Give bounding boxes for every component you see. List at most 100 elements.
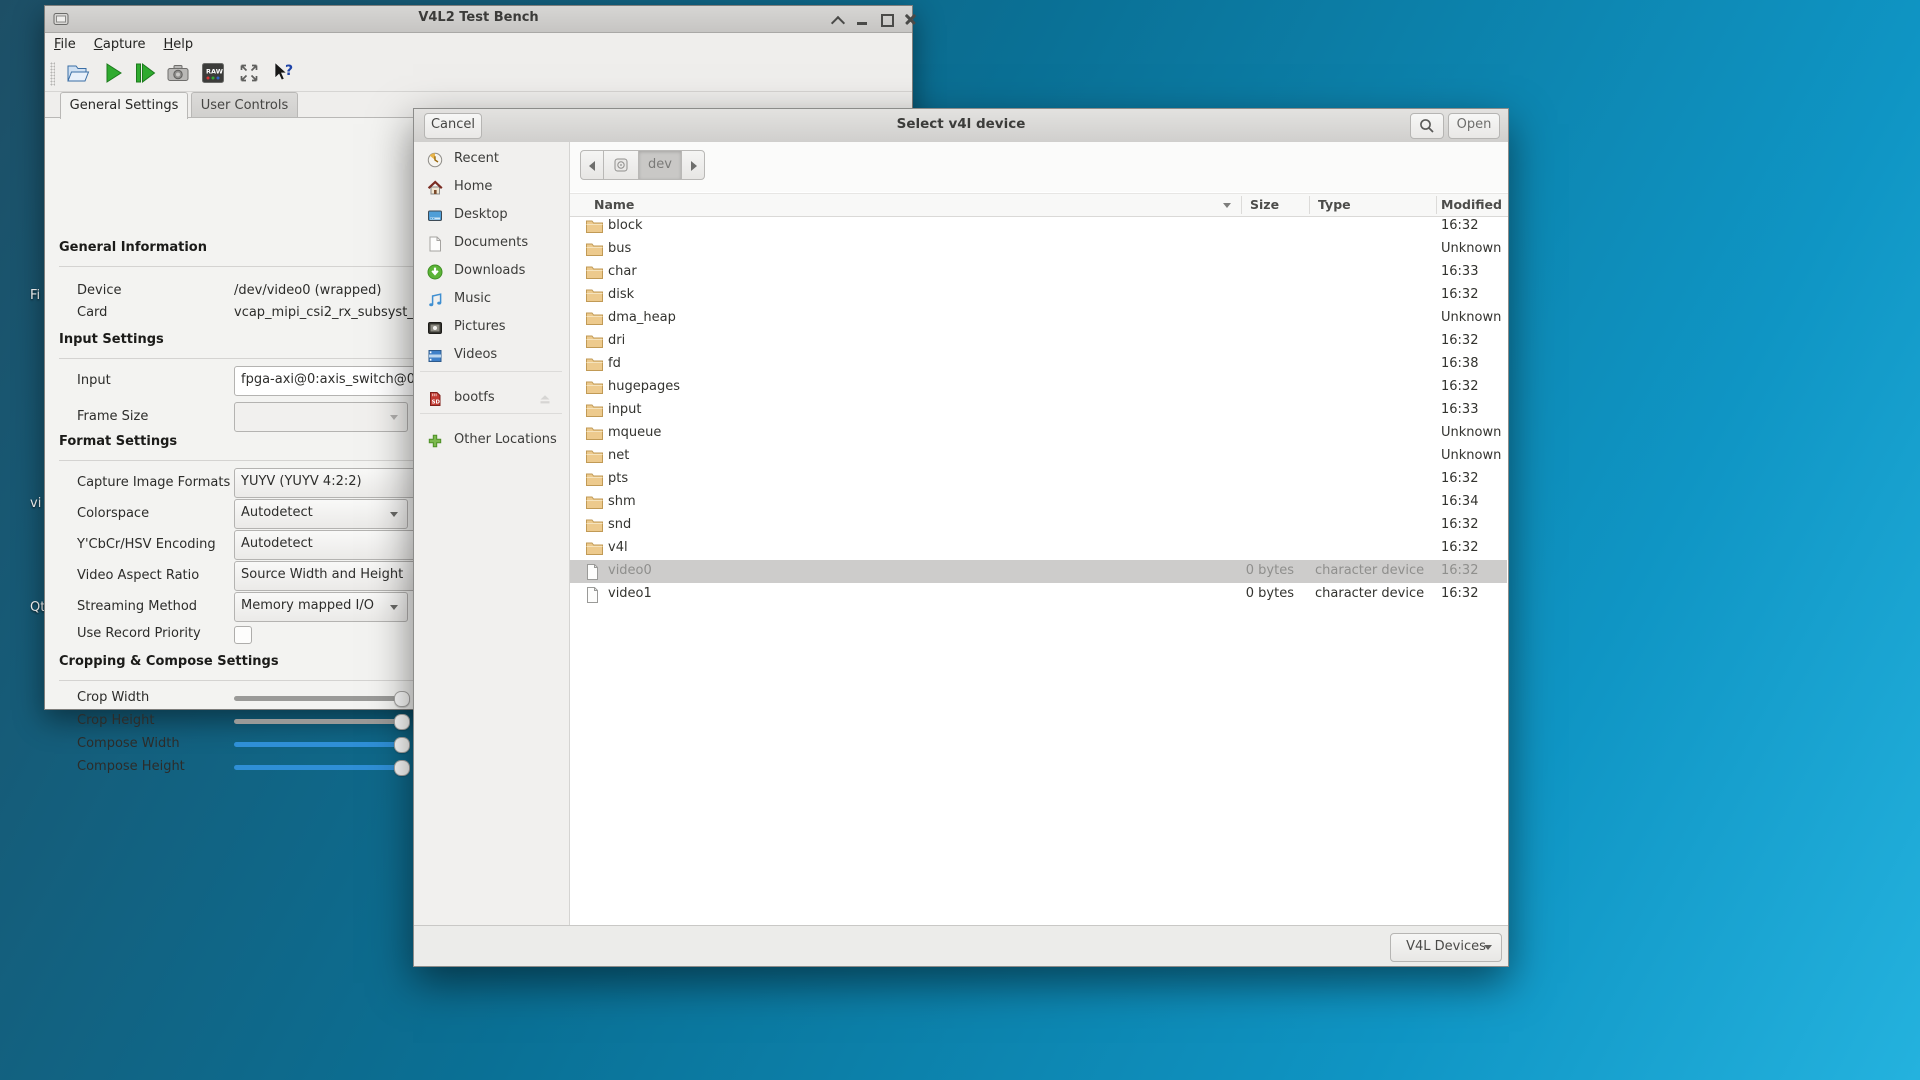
sidebar-item-desktop[interactable]: Desktop <box>414 202 569 230</box>
sidebar-item-downloads[interactable]: Downloads <box>414 258 569 286</box>
streaming-method-combo[interactable]: Memory mapped I/O <box>234 592 408 622</box>
crop-width-slider-handle[interactable] <box>394 691 410 707</box>
tab-user-controls[interactable]: User Controls <box>191 92 298 118</box>
video-aspect-ratio-combo[interactable]: Source Width and Height <box>234 561 436 591</box>
chevron-down-icon <box>390 605 398 610</box>
column-header-row: Name Size Type Modified <box>570 193 1508 217</box>
file-row-video0[interactable]: video00 bytescharacter device16:32 <box>570 560 1507 583</box>
file-row-char[interactable]: char16:33 <box>570 261 1507 284</box>
chevron-down-icon <box>390 512 398 517</box>
close-button[interactable] <box>901 10 920 28</box>
file-row-pts[interactable]: pts16:32 <box>570 468 1507 491</box>
recent-icon <box>427 152 443 172</box>
music-icon <box>427 292 443 312</box>
back-arrow-icon <box>589 161 595 171</box>
fullscreen-button[interactable] <box>236 60 264 88</box>
documents-icon <box>427 236 443 256</box>
file-row-dri[interactable]: dri16:32 <box>570 330 1507 353</box>
search-button[interactable] <box>1410 113 1444 139</box>
drive-crumb-button[interactable] <box>603 150 639 180</box>
file-row-dma_heap[interactable]: dma_heapUnknown <box>570 307 1507 330</box>
column-modified[interactable]: Modified <box>1441 197 1502 212</box>
file-row-block[interactable]: block16:32 <box>570 215 1507 238</box>
sidebar-item-videos[interactable]: Videos <box>414 342 569 370</box>
column-size[interactable]: Size <box>1250 197 1279 212</box>
whats-this-button[interactable]: ? <box>269 60 297 88</box>
file-row-snd[interactable]: snd16:32 <box>570 514 1507 537</box>
frame-size-label: Frame Size <box>77 408 148 426</box>
file-row-mqueue[interactable]: mqueueUnknown <box>570 422 1507 445</box>
frame-size-combo[interactable] <box>234 402 408 432</box>
folder-icon <box>586 472 603 490</box>
sidebar-item-bootfs[interactable]: SDbootfs <box>414 385 569 413</box>
breadcrumb-dev[interactable]: dev <box>638 150 682 180</box>
sidebar-item-home[interactable]: Home <box>414 174 569 202</box>
app-titlebar[interactable]: V4L2 Test Bench <box>45 6 912 33</box>
file-row-hugepages[interactable]: hugepages16:32 <box>570 376 1507 399</box>
file-row-v4l[interactable]: v4l16:32 <box>570 537 1507 560</box>
shade-button[interactable] <box>829 10 848 28</box>
colorspace-combo[interactable]: Autodetect <box>234 499 408 529</box>
file-row-disk[interactable]: disk16:32 <box>570 284 1507 307</box>
step-button[interactable] <box>132 60 160 88</box>
sidebar-item-documents[interactable]: Documents <box>414 230 569 258</box>
dialog-headerbar[interactable]: Cancel Select v4l device Open <box>414 109 1508 143</box>
app-window-title: V4L2 Test Bench <box>45 10 912 25</box>
raw-icon: RAW <box>200 75 226 90</box>
open-file-button[interactable] <box>65 60 93 88</box>
use-record-priority-checkbox[interactable] <box>234 626 252 644</box>
eject-icon[interactable] <box>538 392 552 410</box>
crop-height-slider[interactable] <box>234 719 408 724</box>
sidebar-item-recent[interactable]: Recent <box>414 146 569 174</box>
y-cbcr-hsv-encoding-combo[interactable]: Autodetect <box>234 530 436 560</box>
file-filter-button[interactable]: V4L Devices <box>1390 933 1502 962</box>
toolbar-handle[interactable] <box>50 62 55 86</box>
whats-this-icon: ? <box>269 75 295 90</box>
home-icon <box>427 180 443 200</box>
file-row-net[interactable]: netUnknown <box>570 445 1507 468</box>
file-row-fd[interactable]: fd16:38 <box>570 353 1507 376</box>
path-bar: dev <box>570 142 1508 192</box>
column-name[interactable]: Name <box>594 197 634 212</box>
chevron-down-icon <box>390 415 398 420</box>
file-row-video1[interactable]: video10 bytescharacter device16:32 <box>570 583 1507 606</box>
folder-icon <box>586 265 603 283</box>
dialog-bottom-bar: V4L Devices <box>414 925 1508 966</box>
crop-height-slider-handle[interactable] <box>394 714 410 730</box>
compose-height-slider[interactable] <box>234 765 408 770</box>
crop-width-label: Crop Width <box>77 689 149 707</box>
snapshot-button[interactable] <box>165 60 193 88</box>
file-row-bus[interactable]: busUnknown <box>570 238 1507 261</box>
play-button[interactable] <box>100 60 128 88</box>
sidebar-item-other-locations[interactable]: Other Locations <box>414 427 569 455</box>
folder-icon <box>586 426 603 444</box>
menu-capture[interactable]: Capture <box>85 33 155 56</box>
svg-text:?: ? <box>285 63 293 79</box>
toolbar: RAW? <box>45 58 912 92</box>
back-button[interactable] <box>580 150 604 180</box>
folder-icon <box>586 357 603 375</box>
videos-icon <box>427 348 443 368</box>
compose-width-slider-handle[interactable] <box>394 737 410 753</box>
folder-icon <box>586 311 603 329</box>
file-row-shm[interactable]: shm16:34 <box>570 491 1507 514</box>
menu-file[interactable]: File <box>45 33 85 56</box>
maximize-button[interactable] <box>877 10 896 28</box>
column-type[interactable]: Type <box>1318 197 1351 212</box>
tab-general-settings[interactable]: General Settings <box>60 92 188 119</box>
raw-button[interactable]: RAW <box>200 60 228 88</box>
file-row-input[interactable]: input16:33 <box>570 399 1507 422</box>
compose-height-slider-handle[interactable] <box>394 760 410 776</box>
forward-button[interactable] <box>681 150 705 180</box>
capture-image-formats-combo[interactable]: YUYV (YUYV 4:2:2) <box>234 468 436 498</box>
minimize-button[interactable] <box>853 10 872 28</box>
input-field[interactable]: fpga-axi@0:axis_switch@0 <box>234 366 436 396</box>
folder-icon <box>586 403 603 421</box>
sidebar-item-pictures[interactable]: Pictures <box>414 314 569 342</box>
section-heading: Input Settings <box>59 332 164 348</box>
compose-width-slider[interactable] <box>234 742 408 747</box>
menu-help[interactable]: Help <box>154 33 202 56</box>
sidebar-item-music[interactable]: Music <box>414 286 569 314</box>
open-button[interactable]: Open <box>1448 113 1500 139</box>
crop-width-slider[interactable] <box>234 696 408 701</box>
